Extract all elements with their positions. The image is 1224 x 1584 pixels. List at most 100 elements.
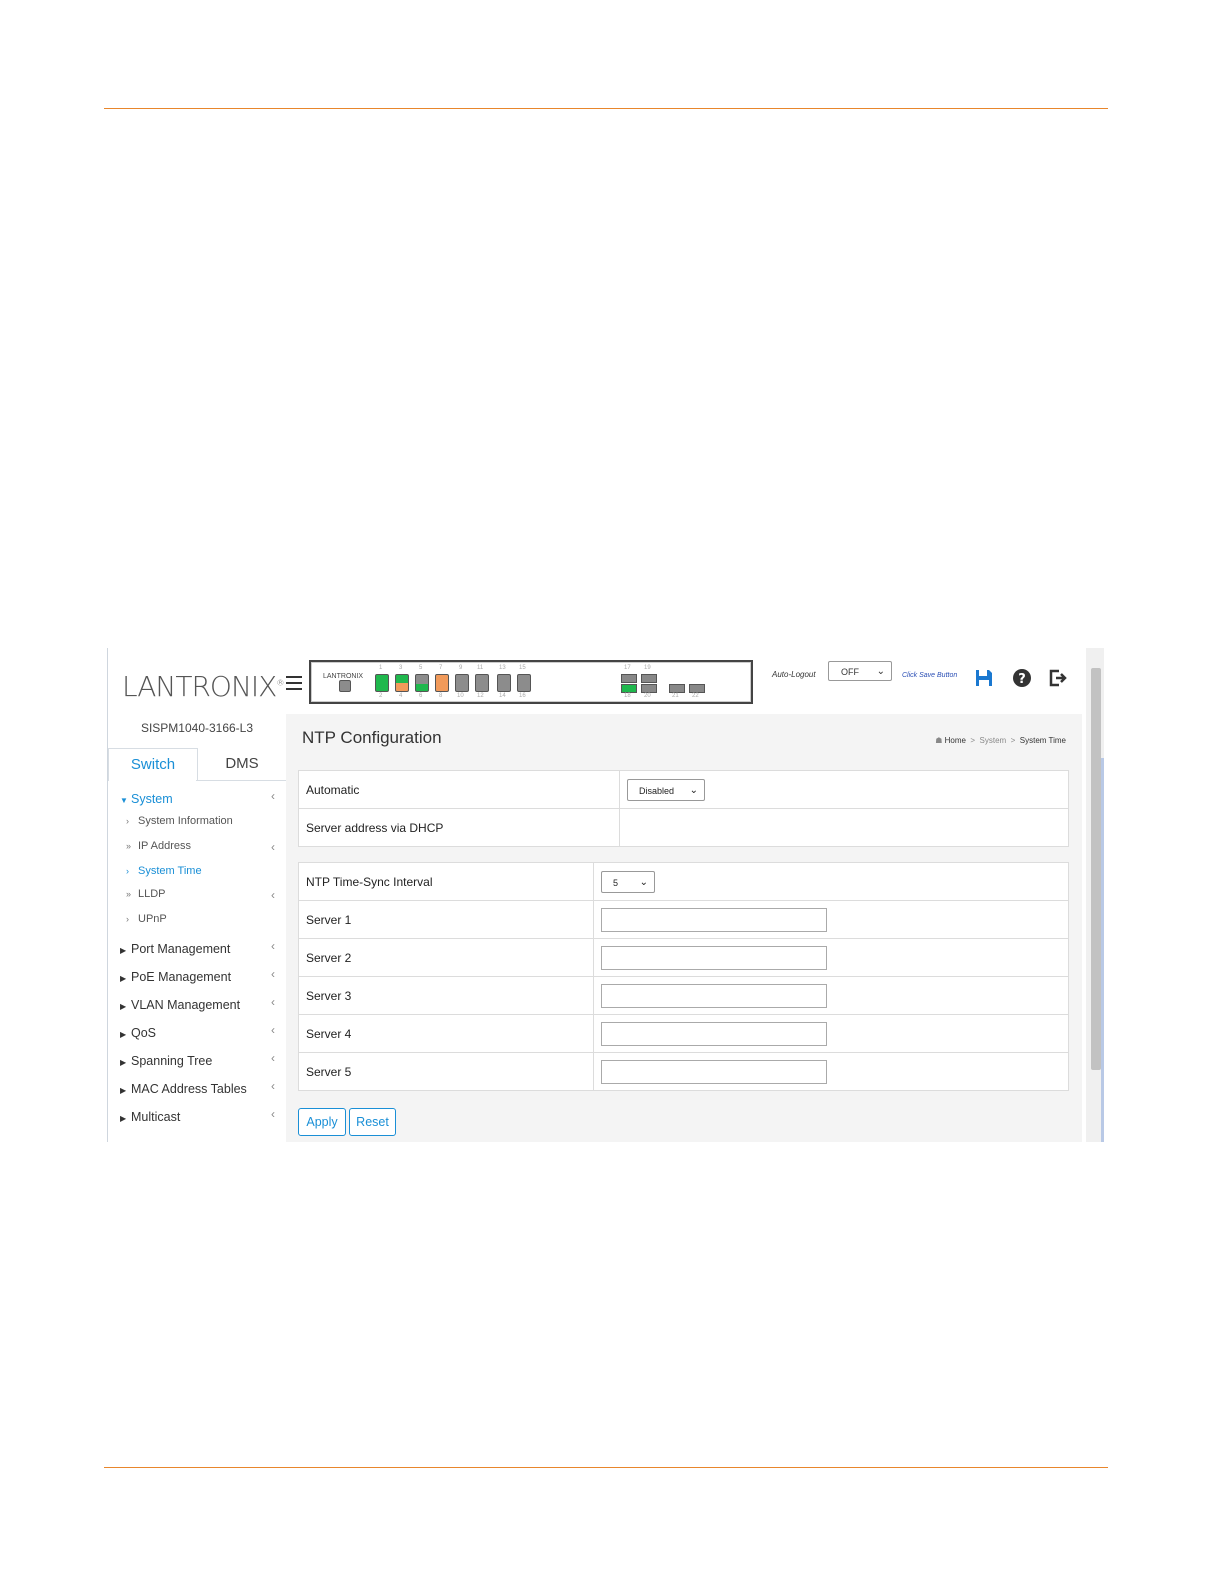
sfp-port-22[interactable] bbox=[689, 684, 705, 693]
menu-toggle-icon[interactable] bbox=[286, 676, 302, 690]
chevron-down-icon: ⌄ bbox=[639, 876, 648, 888]
chevron-down-icon: ⌄ bbox=[689, 784, 698, 796]
sidebar-item-system-information[interactable]: › System Information bbox=[126, 815, 233, 827]
port-13[interactable] bbox=[497, 674, 511, 692]
sfp-port-18[interactable] bbox=[621, 684, 637, 693]
caret-right-icon: ▶ bbox=[120, 1114, 127, 1123]
port-label-top: 3 bbox=[399, 665, 403, 671]
chevron-right-icon: › bbox=[126, 914, 129, 924]
svg-text:?: ? bbox=[1018, 672, 1026, 687]
sidebar-item-mac-address-tables[interactable]: ▶ MAC Address Tables bbox=[120, 1082, 247, 1096]
chevron-left-icon: ‹ bbox=[271, 840, 275, 854]
automatic-label: Automatic bbox=[298, 770, 620, 809]
auto-logout-select[interactable]: OFF ⌄ bbox=[828, 661, 892, 681]
chevron-left-icon: ‹ bbox=[271, 888, 275, 902]
scrollbar-thumb[interactable] bbox=[1091, 668, 1101, 1070]
sfp-port-17[interactable] bbox=[621, 674, 637, 683]
ntp-server-table: NTP Time-Sync Interval 5 ⌄ Server 1 Serve… bbox=[298, 862, 1069, 1091]
sfp-label-top: 19 bbox=[644, 665, 651, 671]
server-3-cell bbox=[593, 976, 1069, 1015]
sidebar-item-qos[interactable]: ▶ QoS bbox=[120, 1026, 156, 1040]
port-label-top: 15 bbox=[519, 665, 526, 671]
port-5[interactable] bbox=[415, 674, 429, 692]
sidebar-item-port-management[interactable]: ▶ Port Management bbox=[120, 942, 230, 956]
chevron-left-icon: ‹ bbox=[271, 967, 275, 981]
server-5-cell bbox=[593, 1052, 1069, 1091]
port-label-top: 5 bbox=[419, 665, 423, 671]
sfp-port-21[interactable] bbox=[669, 684, 685, 693]
port-label-top: 11 bbox=[477, 665, 484, 671]
table-row: Automatic Disabled ⌄ bbox=[298, 770, 1069, 809]
tab-dms[interactable]: DMS bbox=[198, 748, 286, 780]
caret-right-icon: ▶ bbox=[120, 974, 127, 983]
automatic-select[interactable]: Disabled ⌄ bbox=[627, 778, 705, 801]
caret-right-icon: ▶ bbox=[120, 1058, 127, 1067]
port-3[interactable] bbox=[395, 674, 409, 692]
apply-button[interactable]: Apply bbox=[298, 1108, 346, 1136]
table-row: NTP Time-Sync Interval 5 ⌄ bbox=[298, 862, 1069, 901]
table-row: Server 2 bbox=[298, 938, 1069, 977]
port-11[interactable] bbox=[475, 674, 489, 692]
tab-divider bbox=[196, 780, 286, 781]
chevron-left-icon: ‹ bbox=[271, 1023, 275, 1037]
sidebar-item-ip-address[interactable]: » IP Address bbox=[126, 840, 191, 852]
sidebar-item-upnp[interactable]: › UPnP bbox=[126, 913, 167, 925]
sidebar-item-lldp[interactable]: » LLDP bbox=[126, 888, 166, 900]
chevron-right-icon: › bbox=[126, 816, 129, 826]
caret-right-icon: ▶ bbox=[120, 1086, 127, 1095]
port-label-top: 9 bbox=[459, 665, 463, 671]
dhcp-cell bbox=[619, 808, 1069, 847]
interval-cell: 5 ⌄ bbox=[593, 862, 1069, 901]
port-15[interactable] bbox=[517, 674, 531, 692]
double-chevron-icon: » bbox=[126, 889, 132, 899]
sfp-port-20[interactable] bbox=[641, 684, 657, 693]
port-label-bottom: 8 bbox=[439, 693, 443, 699]
sidebar-item-poe-management[interactable]: ▶ PoE Management bbox=[120, 970, 231, 984]
sidebar-item-spanning-tree[interactable]: ▶ Spanning Tree bbox=[120, 1054, 212, 1068]
server-2-input[interactable] bbox=[601, 945, 827, 970]
server-4-input[interactable] bbox=[601, 1021, 827, 1046]
caret-right-icon: ▶ bbox=[120, 946, 127, 955]
breadcrumb-current: System Time bbox=[1019, 736, 1066, 745]
port-7[interactable] bbox=[435, 674, 449, 692]
sfp-port-19[interactable] bbox=[641, 674, 657, 683]
chevron-left-icon: ‹ bbox=[271, 995, 275, 1009]
help-icon[interactable]: ? bbox=[1012, 668, 1032, 688]
interval-label: NTP Time-Sync Interval bbox=[298, 862, 594, 901]
screenshot-window: LANTRONIX® LANTRONIX 1 3 5 7 9 11 13 15 … bbox=[107, 648, 1104, 1142]
chevron-down-icon: ⌄ bbox=[876, 666, 885, 677]
window-edge bbox=[1101, 758, 1104, 1142]
breadcrumb: ☗ Home > System > System Time bbox=[935, 736, 1066, 745]
server-3-input[interactable] bbox=[601, 983, 827, 1008]
server-1-label: Server 1 bbox=[298, 900, 594, 939]
save-icon[interactable] bbox=[974, 668, 994, 688]
logout-icon[interactable] bbox=[1048, 668, 1068, 688]
footer-rule bbox=[104, 1467, 1108, 1468]
sfp-label-bottom: 21 bbox=[672, 693, 679, 699]
content-area: NTP Configuration ☗ Home > System > Syst… bbox=[286, 714, 1082, 1142]
sidebar-item-system[interactable]: ▼ System bbox=[120, 792, 173, 806]
port-1[interactable] bbox=[375, 674, 389, 692]
chevron-right-icon: › bbox=[126, 866, 129, 876]
auto-logout-label: Auto-Logout bbox=[772, 670, 816, 679]
reset-button[interactable]: Reset bbox=[349, 1108, 396, 1136]
double-chevron-icon: » bbox=[126, 841, 132, 851]
sidebar-item-vlan-management[interactable]: ▶ VLAN Management bbox=[120, 998, 240, 1012]
port-9[interactable] bbox=[455, 674, 469, 692]
port-label-bottom: 6 bbox=[419, 693, 423, 699]
port-label-top: 1 bbox=[379, 665, 383, 671]
breadcrumb-home[interactable]: Home bbox=[945, 736, 966, 745]
interval-select[interactable]: 5 ⌄ bbox=[601, 870, 655, 893]
tab-switch[interactable]: Switch bbox=[108, 748, 198, 781]
caret-right-icon: ▶ bbox=[120, 1030, 127, 1039]
sfp-label-bottom: 20 bbox=[644, 693, 651, 699]
sidebar-item-multicast[interactable]: ▶ Multicast bbox=[120, 1110, 180, 1124]
server-5-input[interactable] bbox=[601, 1059, 827, 1084]
automatic-cell: Disabled ⌄ bbox=[619, 770, 1069, 809]
breadcrumb-system[interactable]: System bbox=[980, 736, 1007, 745]
port-label-bottom: 14 bbox=[499, 693, 506, 699]
caret-down-icon: ▼ bbox=[120, 796, 128, 805]
server-1-input[interactable] bbox=[601, 907, 827, 932]
sidebar-item-system-time[interactable]: › System Time bbox=[126, 865, 202, 877]
port-label-bottom: 16 bbox=[519, 693, 526, 699]
